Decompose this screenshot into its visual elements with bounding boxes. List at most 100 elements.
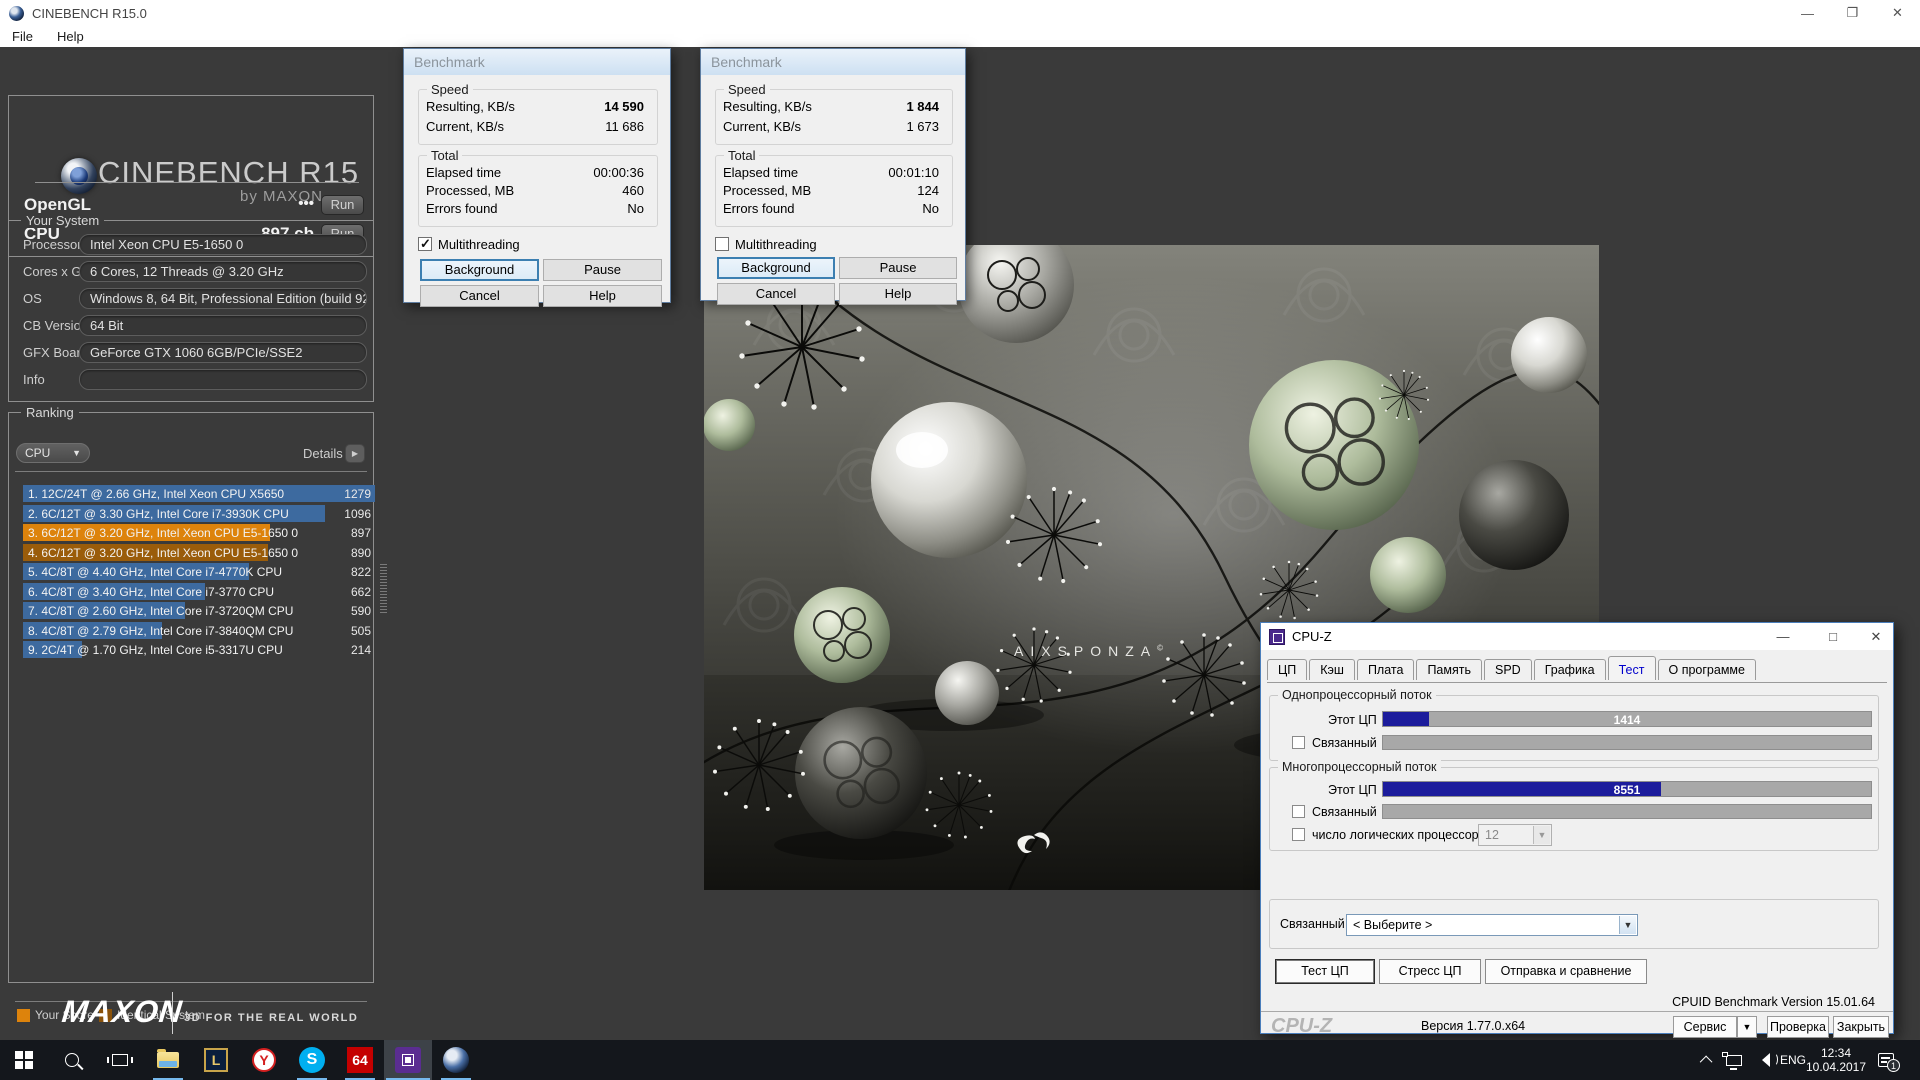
processed-value: 460 [622, 183, 644, 198]
network-icon[interactable] [1720, 1040, 1748, 1080]
opengl-score: ••• [234, 195, 314, 212]
language-indicator[interactable]: ENG [1776, 1040, 1810, 1080]
ranking-row[interactable]: 9. 2C/4T @ 1.70 GHz, Intel Core i5-3317U… [23, 641, 375, 658]
ranking-row-your-score[interactable]: 3. 6C/12T @ 3.20 GHz, Intel Xeon CPU E5-… [23, 524, 375, 541]
title-bar: CINEBENCH R15.0 — ❐ ✕ [0, 0, 1920, 26]
help-button[interactable]: Help [543, 285, 662, 307]
cancel-button[interactable]: Cancel [420, 285, 539, 307]
pause-button[interactable]: Pause [839, 257, 957, 279]
ranking-row[interactable]: 6. 4C/8T @ 3.40 GHz, Intel Core i7-3770 … [23, 583, 375, 600]
ranking-filter-dropdown[interactable]: CPU ▼ [16, 443, 90, 463]
chevron-down-icon: ▼ [72, 444, 81, 462]
tab-spd[interactable]: SPD [1484, 659, 1532, 680]
close-button[interactable]: ✕ [1875, 0, 1920, 26]
tray-chevron-up-icon[interactable] [1694, 1040, 1720, 1080]
submit-compare-button[interactable]: Отправка и сравнение [1485, 959, 1647, 984]
panel-splitter-grip[interactable] [380, 562, 387, 614]
cpuz-version-text: Версия 1.77.0.x64 [1421, 1019, 1525, 1033]
pause-button[interactable]: Pause [543, 259, 662, 281]
logical-cpus-select[interactable]: 12 ▼ [1478, 824, 1552, 846]
cpuz-tab-strip: ЦП Кэш Плата Память SPD Графика Тест О п… [1267, 659, 1887, 683]
restore-button[interactable]: ❐ [1830, 0, 1875, 26]
task-view-button[interactable] [96, 1040, 144, 1080]
skype-button[interactable]: S [288, 1040, 336, 1080]
tray-date: 10.04.2017 [1806, 1060, 1866, 1074]
tab-bench[interactable]: Тест [1608, 656, 1656, 680]
footer-separator [1261, 1011, 1893, 1012]
cpuz-title-bar: CPU-Z — □ ✕ [1261, 623, 1893, 650]
logical-cpus-label: число логических процессоров [1312, 828, 1492, 842]
cinebench-taskbar-button[interactable] [432, 1040, 480, 1080]
background-button[interactable]: Background [420, 259, 539, 281]
tab-cache[interactable]: Кэш [1309, 659, 1355, 680]
app-64-button[interactable]: 64 [336, 1040, 384, 1080]
ranking-row[interactable]: 7. 4C/8T @ 2.60 GHz, Intel Core i7-3720Q… [23, 602, 375, 619]
errors-value: No [627, 201, 644, 216]
your-system-title: Your System [21, 213, 104, 228]
clock[interactable]: 12:34 10.04.2017 [1806, 1040, 1866, 1080]
cancel-button[interactable]: Cancel [717, 283, 835, 305]
maxon-tagline: 3D FOR THE REAL WORLD [184, 1012, 358, 1024]
tab-about[interactable]: О программе [1658, 659, 1756, 680]
yandex-browser-button[interactable]: Y [240, 1040, 288, 1080]
ranking-row[interactable]: 1. 12C/24T @ 2.66 GHz, Intel Xeon CPU X5… [23, 485, 375, 502]
ranking-row[interactable]: 8. 4C/8T @ 2.79 GHz, Intel Core i7-3840Q… [23, 622, 375, 639]
help-button[interactable]: Help [839, 283, 957, 305]
service-dropdown-button[interactable]: ▼ [1737, 1016, 1757, 1038]
background-button[interactable]: Background [717, 257, 835, 279]
os-field[interactable]: Windows 8, 64 Bit, Professional Edition … [79, 288, 367, 309]
cpuz-maximize-button[interactable]: □ [1816, 623, 1850, 650]
tab-mainboard[interactable]: Плата [1357, 659, 1415, 680]
tab-graphics[interactable]: Графика [1534, 659, 1606, 680]
taskbar: L Y S 64 ENG 12:34 [0, 1040, 1920, 1080]
menu-help[interactable]: Help [45, 29, 96, 44]
reference-label: Связанный [1280, 917, 1345, 931]
ranking-row[interactable]: 5. 4C/8T @ 4.40 GHz, Intel Core i7-4770K… [23, 563, 375, 580]
service-button[interactable]: Сервис [1673, 1016, 1737, 1038]
cpuz-window-title: CPU-Z [1292, 629, 1332, 644]
validate-button[interactable]: Проверка [1767, 1016, 1829, 1038]
close-cpuz-button[interactable]: Закрыть [1833, 1016, 1889, 1038]
single-thread-progressbar: 1414 [1382, 711, 1872, 727]
tab-memory[interactable]: Память [1416, 659, 1482, 680]
dialog-title: Benchmark [404, 49, 670, 75]
single-bound-checkbox[interactable] [1292, 736, 1305, 749]
chevron-down-icon: ▼ [1533, 826, 1550, 844]
cores-field[interactable]: 6 Cores, 12 Threads @ 3.20 GHz [79, 261, 367, 282]
system-row-label: Info [23, 372, 45, 387]
cpuz-close-button[interactable]: ✕ [1859, 623, 1893, 650]
action-center-button[interactable]: 1 [1866, 1040, 1906, 1080]
stress-cpu-button[interactable]: Стресс ЦП [1379, 959, 1481, 984]
ranking-row[interactable]: 2. 6C/12T @ 3.30 GHz, Intel Core i7-3930… [23, 505, 375, 522]
start-button[interactable] [0, 1040, 48, 1080]
gfx-board-field[interactable]: GeForce GTX 1060 6GB/PCIe/SSE2 [79, 342, 367, 363]
volume-icon[interactable] [1748, 1040, 1776, 1080]
multithreading-checkbox[interactable] [715, 237, 729, 251]
reference-select[interactable]: < Выберите > ▼ [1346, 914, 1638, 936]
app-64-icon: 64 [347, 1047, 373, 1073]
details-button[interactable]: ▶ [345, 444, 365, 463]
multithreading-checkbox[interactable] [418, 237, 432, 251]
file-explorer-button[interactable] [144, 1040, 192, 1080]
tab-cpu[interactable]: ЦП [1267, 659, 1307, 680]
league-of-legends-button[interactable]: L [192, 1040, 240, 1080]
ranking-row-identical[interactable]: 4. 6C/12T @ 3.20 GHz, Intel Xeon CPU E5-… [23, 544, 375, 561]
minimize-button[interactable]: — [1785, 0, 1830, 26]
menu-file[interactable]: File [0, 29, 45, 44]
cb-version-field[interactable]: 64 Bit [79, 315, 367, 336]
multi-thread-group: Многопроцессорный поток Этот ЦП 8551 Свя… [1269, 767, 1879, 851]
processor-field[interactable]: Intel Xeon CPU E5-1650 0 [79, 234, 367, 255]
opengl-run-button[interactable]: Run [321, 195, 364, 215]
this-cpu-label: Этот ЦП [1328, 713, 1377, 727]
search-button[interactable] [48, 1040, 96, 1080]
errors-value: No [922, 201, 939, 216]
logical-cpus-checkbox[interactable] [1292, 828, 1305, 841]
multi-bound-checkbox[interactable] [1292, 805, 1305, 818]
this-cpu-label: Этот ЦП [1328, 783, 1377, 797]
cpuz-taskbar-button[interactable] [384, 1040, 432, 1080]
info-field[interactable] [79, 369, 367, 390]
cpuz-minimize-button[interactable]: — [1766, 623, 1800, 650]
processed-label: Processed, MB [426, 183, 514, 198]
bench-cpu-button[interactable]: Тест ЦП [1275, 959, 1375, 984]
multi-bound-progressbar [1382, 804, 1872, 819]
